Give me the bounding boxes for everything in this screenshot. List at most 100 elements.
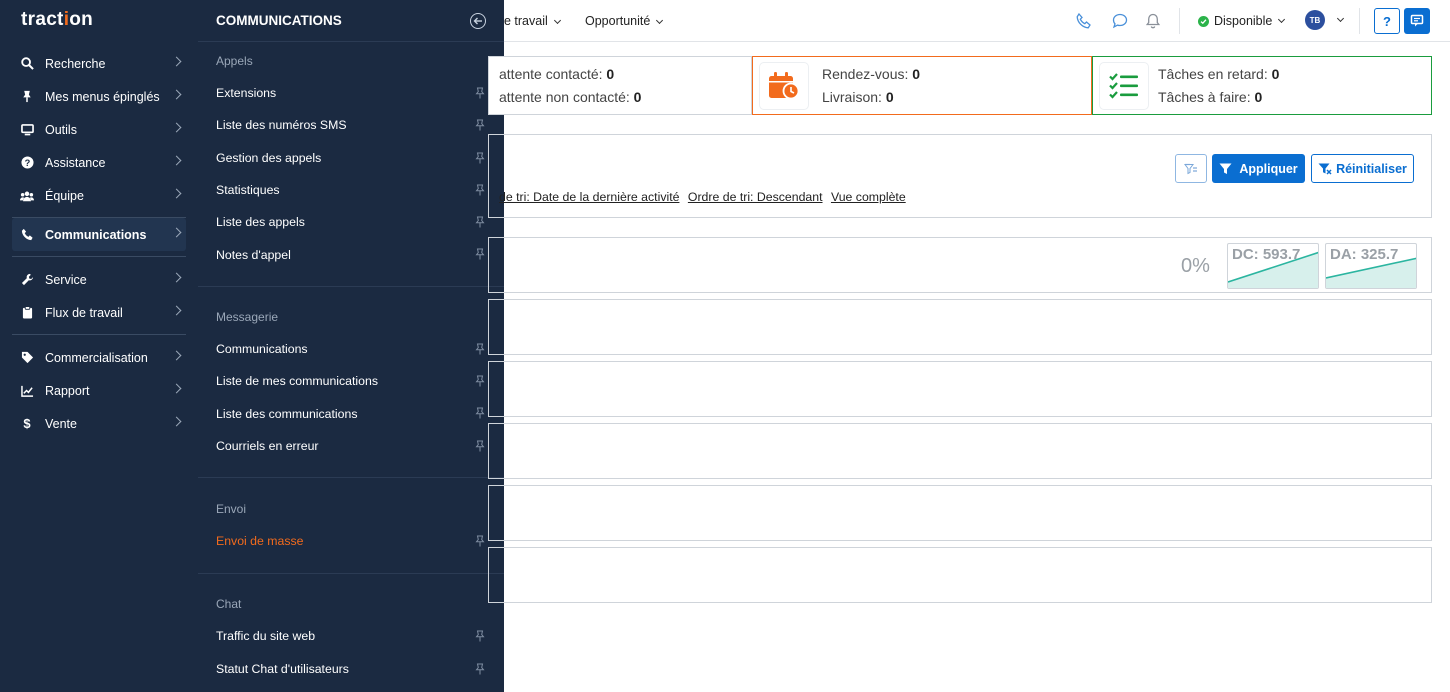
flyout-item-call-list[interactable]: Liste des appels xyxy=(216,206,486,238)
list-item[interactable] xyxy=(488,423,1432,479)
tasks-summary-card[interactable]: Tâches en retard: 0 Tâches à faire: 0 xyxy=(1092,56,1432,115)
flyout-item-mass-mailing[interactable]: Envoi de masse xyxy=(216,525,486,557)
chevron-down-icon xyxy=(553,16,561,25)
card-line: Tâches à faire: 0 xyxy=(1158,89,1263,105)
pin-icon[interactable] xyxy=(474,152,486,164)
flyout-section-appels: Appels Extensions Liste des numéros SMS … xyxy=(198,42,504,271)
sidebar-item-outils[interactable]: Outils xyxy=(12,113,186,146)
help-circle-icon: ? xyxy=(20,156,34,170)
clipboard-icon xyxy=(20,306,34,320)
traction-logo[interactable]: traction xyxy=(21,9,93,31)
flyout-item-label: Envoi de masse xyxy=(216,534,304,549)
button-label: Appliquer xyxy=(1239,161,1298,176)
avatar-initials: TB xyxy=(1309,15,1321,25)
chevron-down-icon[interactable] xyxy=(1336,14,1345,23)
pin-icon[interactable] xyxy=(474,343,486,355)
flyout-item-user-chat-status[interactable]: Statut Chat d'utilisateurs xyxy=(216,653,486,685)
pin-icon[interactable] xyxy=(474,216,486,228)
sidebar-item-label: Mes menus épinglés xyxy=(45,89,160,104)
pin-icon[interactable] xyxy=(474,440,486,452)
sidebar-item-communications[interactable]: Communications xyxy=(12,218,186,251)
card-line: attente contacté: 0 xyxy=(499,66,615,82)
check-circle-icon xyxy=(1198,15,1209,27)
pin-icon[interactable] xyxy=(474,87,486,99)
card-line: Livraison: 0 xyxy=(822,89,894,105)
reset-filters-button[interactable]: Réinitialiser xyxy=(1311,154,1414,183)
pin-icon[interactable] xyxy=(474,248,486,260)
support-chat-button[interactable] xyxy=(1404,8,1430,34)
sort-order-link[interactable]: Ordre de tri: Descendant xyxy=(688,190,823,204)
sidebar-item-label: Outils xyxy=(45,122,77,137)
chevron-right-icon xyxy=(171,56,182,67)
da-sparkline[interactable]: DA: 325.7 xyxy=(1325,243,1417,289)
chevron-down-icon xyxy=(1278,15,1286,23)
sidebar-item-recherche[interactable]: Recherche xyxy=(12,47,186,80)
chevron-right-icon xyxy=(171,155,182,166)
chevron-right-icon xyxy=(171,416,182,427)
pin-icon[interactable] xyxy=(474,119,486,131)
flyout-item-label: Notes d'appel xyxy=(216,247,291,262)
pin-icon[interactable] xyxy=(474,407,486,419)
arrow-left-icon xyxy=(473,17,482,25)
pin-icon[interactable] xyxy=(474,184,486,196)
flyout-item-sms-numbers[interactable]: Liste des numéros SMS xyxy=(216,109,486,141)
chart-line-icon xyxy=(20,384,34,398)
flyout-section-envoi: Envoi Envoi de masse xyxy=(198,493,504,557)
menu-opportunity[interactable]: Opportunité xyxy=(585,14,664,28)
wrench-icon xyxy=(20,273,34,287)
sort-field-link[interactable]: de tri: Date de la dernière activité xyxy=(499,190,679,204)
filter-options-button[interactable] xyxy=(1175,154,1207,183)
flyout-item-my-communications[interactable]: Liste de mes communications xyxy=(216,365,486,397)
help-button[interactable]: ? xyxy=(1374,8,1400,34)
menu-workflow[interactable]: e travail xyxy=(504,14,561,28)
sidebar-item-flux[interactable]: Flux de travail xyxy=(12,296,186,329)
section-title: Appels xyxy=(216,54,253,68)
section-title: Envoi xyxy=(216,501,247,516)
flyout-item-call-management[interactable]: Gestion des appels xyxy=(216,142,486,174)
view-mode-link[interactable]: Vue complète xyxy=(831,190,906,204)
flyout-item-communications-list[interactable]: Liste des communications xyxy=(216,397,486,429)
leads-summary-card[interactable]: attente contacté: 0 attente non contacté… xyxy=(488,56,752,115)
flyout-item-label: Gestion des appels xyxy=(216,150,322,165)
sparkline-label: DA: 325.7 xyxy=(1330,246,1399,263)
list-item[interactable] xyxy=(488,299,1432,355)
user-avatar[interactable]: TB xyxy=(1305,10,1325,30)
flyout-item-statistics[interactable]: Statistiques xyxy=(216,174,486,206)
flyout-item-extensions[interactable]: Extensions xyxy=(216,77,486,109)
sidebar-item-vente[interactable]: $ Vente xyxy=(12,407,186,440)
apply-filters-button[interactable]: Appliquer xyxy=(1212,154,1305,183)
bell-icon[interactable] xyxy=(1144,12,1162,30)
sidebar-item-rapport[interactable]: Rapport xyxy=(12,374,186,407)
pin-icon[interactable] xyxy=(474,630,486,642)
pin-icon[interactable] xyxy=(474,535,486,547)
appointments-summary-card[interactable]: Rendez-vous: 0 Livraison: 0 xyxy=(752,56,1092,115)
sidebar-item-equipe[interactable]: Équipe xyxy=(12,179,186,212)
section-divider xyxy=(198,476,504,478)
list-item[interactable] xyxy=(488,547,1432,603)
flyout-item-communications[interactable]: Communications xyxy=(216,333,486,365)
sidebar-item-assistance[interactable]: ? Assistance xyxy=(12,146,186,179)
dc-sparkline[interactable]: DC: 593.7 xyxy=(1227,243,1319,289)
sidebar-item-epingles[interactable]: Mes menus épinglés xyxy=(12,80,186,113)
collapse-back-button[interactable] xyxy=(470,13,486,29)
main-sidebar: traction Recherche Mes menus épinglés Ou… xyxy=(0,0,198,692)
flyout-item-call-notes[interactable]: Notes d'appel xyxy=(216,238,486,270)
flyout-section-messagerie: Messagerie Communications Liste de mes c… xyxy=(198,301,504,462)
pin-icon[interactable] xyxy=(474,663,486,675)
flyout-title: COMMUNICATIONS xyxy=(216,13,342,28)
sidebar-item-label: Commercialisation xyxy=(45,350,148,365)
chevron-right-icon xyxy=(171,350,182,361)
svg-text:?: ? xyxy=(24,158,30,168)
phone-icon[interactable] xyxy=(1075,12,1093,30)
flyout-item-website-traffic[interactable]: Traffic du site web xyxy=(216,620,486,652)
availability-status-dropdown[interactable]: Disponible xyxy=(1198,14,1286,28)
sidebar-item-service[interactable]: Service xyxy=(12,263,186,296)
pin-icon[interactable] xyxy=(474,375,486,387)
top-bar: e travail Opportunité Disponible TB ? xyxy=(504,0,1450,42)
chat-bubble-icon[interactable] xyxy=(1111,12,1129,30)
flyout-item-failed-emails[interactable]: Courriels en erreur xyxy=(216,430,486,462)
card-line: Rendez-vous: 0 xyxy=(822,66,921,82)
list-item[interactable] xyxy=(488,485,1432,541)
list-item[interactable] xyxy=(488,361,1432,417)
sidebar-item-commercialisation[interactable]: Commercialisation xyxy=(12,341,186,374)
